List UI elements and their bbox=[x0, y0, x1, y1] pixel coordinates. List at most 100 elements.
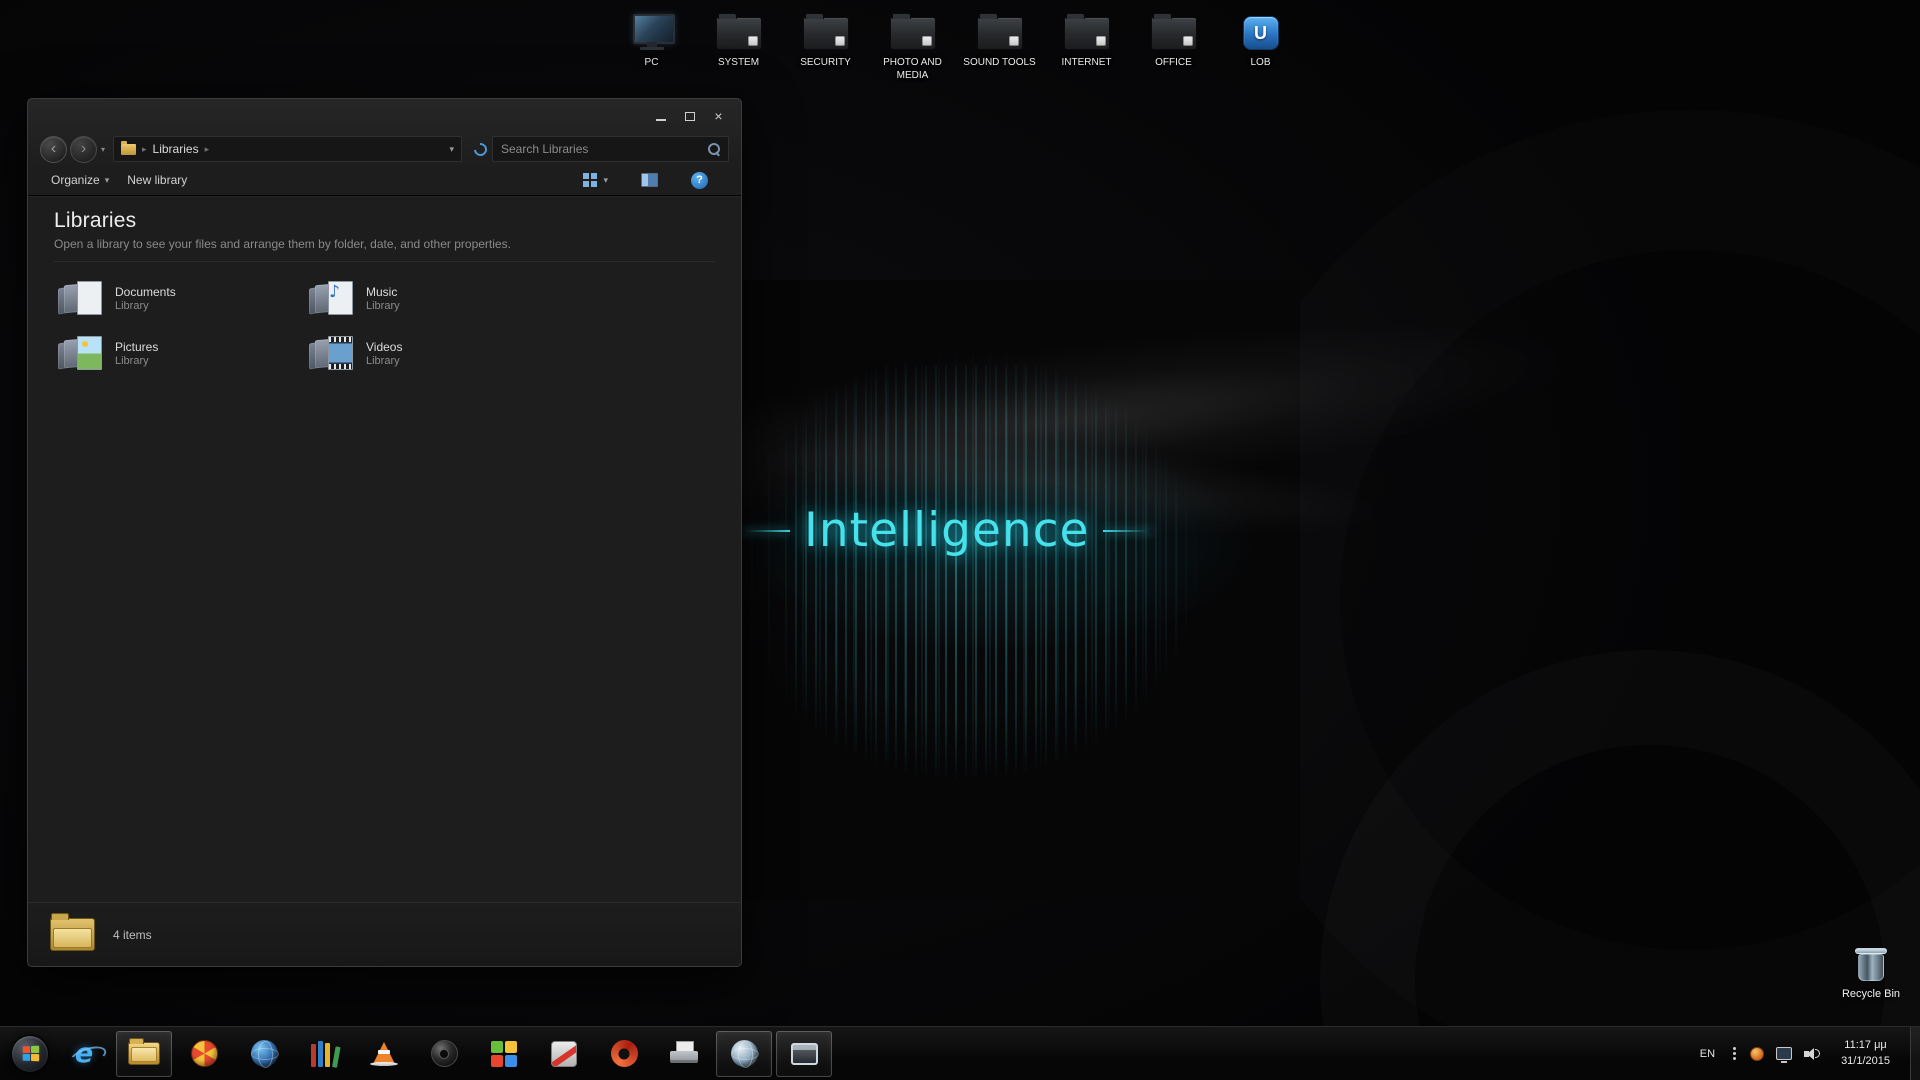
window-app-icon bbox=[791, 1043, 818, 1065]
library-kind: Library bbox=[366, 355, 402, 367]
taskbar-button-red-swirl-app[interactable] bbox=[596, 1031, 652, 1077]
organize-button[interactable]: Organize ▾ bbox=[42, 169, 118, 191]
desktop-icon-label: LOB bbox=[1250, 56, 1270, 69]
taskbar-button-vlc[interactable] bbox=[356, 1031, 412, 1077]
search-icon[interactable] bbox=[708, 143, 720, 155]
wallpaper-bars-fade bbox=[680, 280, 1300, 900]
library-kind: Library bbox=[115, 300, 176, 312]
close-button[interactable]: × bbox=[704, 106, 733, 126]
taskbar-button-game[interactable] bbox=[176, 1031, 232, 1077]
desktop-icon-internet[interactable]: INTERNET bbox=[1043, 8, 1130, 82]
preview-pane-icon bbox=[641, 173, 658, 187]
library-name: Music bbox=[366, 285, 400, 299]
taskbar-button-network-globe[interactable] bbox=[716, 1031, 772, 1077]
address-bar[interactable]: ▸ Libraries ▸ ▾ bbox=[113, 136, 462, 162]
taskbar-button-gray-app[interactable] bbox=[536, 1031, 592, 1077]
library-item-text: Videos Library bbox=[366, 340, 402, 367]
folder-content: Libraries Open a library to see your fil… bbox=[28, 196, 741, 376]
taskbar: e bbox=[0, 1026, 1920, 1080]
library-item-documents[interactable]: Documents Library bbox=[54, 275, 305, 321]
taskbar-button-browser-globe[interactable] bbox=[236, 1031, 292, 1077]
breadcrumb-arrow-icon[interactable]: ▸ bbox=[205, 144, 210, 155]
desktop-icon-security[interactable]: SECURITY bbox=[782, 8, 869, 82]
language-indicator[interactable]: EN bbox=[1696, 1044, 1719, 1064]
library-item-pictures[interactable]: Pictures Library bbox=[54, 330, 305, 376]
desktop-icon-label: PHOTO AND MEDIA bbox=[872, 56, 954, 82]
taskbar-button-file-explorer[interactable] bbox=[116, 1031, 172, 1077]
red-swirl-icon bbox=[611, 1040, 638, 1067]
desktop-icon-system[interactable]: SYSTEM bbox=[695, 8, 782, 82]
status-bar: 4 items bbox=[28, 902, 741, 966]
desktop-icon-lob[interactable]: U LOB bbox=[1217, 8, 1304, 82]
dark-folder-icon bbox=[716, 8, 762, 50]
explorer-window: × ‹ › ▾ ▸ Libraries ▸ ▾ Organize ▾ bbox=[27, 98, 742, 967]
minimize-button[interactable] bbox=[646, 106, 675, 126]
recent-pages-dropdown[interactable]: ▾ bbox=[101, 145, 105, 154]
tray-volume-icon[interactable] bbox=[1804, 1046, 1821, 1061]
recycle-bin[interactable]: Recycle Bin bbox=[1828, 946, 1914, 1000]
search-input[interactable] bbox=[501, 142, 702, 156]
library-name: Videos bbox=[366, 340, 402, 354]
wallpaper-line-right bbox=[1103, 530, 1153, 532]
wallpaper-title: Intelligence bbox=[804, 503, 1089, 558]
dark-folder-icon bbox=[803, 8, 849, 50]
maximize-button[interactable] bbox=[675, 106, 704, 126]
taskbar-button-printer[interactable] bbox=[656, 1031, 712, 1077]
tray-display-icon[interactable] bbox=[1776, 1047, 1792, 1060]
command-toolbar: Organize ▾ New library ▾ ? bbox=[28, 165, 741, 196]
toolbar-right-group: ▾ ? bbox=[574, 168, 717, 193]
dark-folder-icon bbox=[1064, 8, 1110, 50]
desktop-icon-photo-and-media[interactable]: PHOTO AND MEDIA bbox=[869, 8, 956, 82]
library-item-videos[interactable]: Videos Library bbox=[305, 330, 556, 376]
new-library-label: New library bbox=[127, 173, 187, 187]
close-icon: × bbox=[714, 108, 722, 124]
page-title: Libraries bbox=[54, 209, 741, 233]
show-desktop-button[interactable] bbox=[1910, 1027, 1920, 1080]
refresh-button[interactable] bbox=[468, 137, 492, 161]
help-button[interactable]: ? bbox=[682, 168, 717, 193]
breadcrumb-arrow-icon[interactable]: ▸ bbox=[142, 144, 147, 155]
refresh-icon bbox=[471, 140, 489, 158]
wallpaper-light-streak-2 bbox=[617, 391, 1523, 579]
clock[interactable]: 11:17 μμ 31/1/2015 bbox=[1833, 1038, 1898, 1069]
network-globe-icon bbox=[731, 1040, 758, 1067]
help-icon: ? bbox=[691, 172, 708, 189]
maximize-icon bbox=[685, 112, 695, 121]
desktop-icon-sound-tools[interactable]: SOUND TOOLS bbox=[956, 8, 1043, 82]
taskbar-button-window-app[interactable] bbox=[776, 1031, 832, 1077]
address-dropdown[interactable]: ▾ bbox=[449, 144, 454, 155]
taskbar-button-library-books[interactable] bbox=[296, 1031, 352, 1077]
change-view-button[interactable]: ▾ bbox=[574, 169, 617, 191]
desktop-icon-office[interactable]: OFFICE bbox=[1130, 8, 1217, 82]
hidden-icons-button[interactable] bbox=[1731, 1043, 1738, 1064]
wallpaper-swirl-ring-small bbox=[1320, 650, 1920, 1080]
title-bar[interactable]: × bbox=[28, 99, 741, 133]
music-library-icon: ♪ bbox=[309, 278, 355, 318]
library-item-text: Pictures Library bbox=[115, 340, 158, 367]
desktop-icons-row: PC SYSTEM SECURITY PHOTO AND MEDIA SOUND… bbox=[608, 8, 1304, 82]
tray-orange-app-icon[interactable] bbox=[1750, 1047, 1764, 1061]
breadcrumb-libraries[interactable]: Libraries bbox=[153, 142, 199, 156]
library-item-music[interactable]: ♪ Music Library bbox=[305, 275, 556, 321]
library-kind: Library bbox=[366, 300, 400, 312]
lob-app-icon: U bbox=[1243, 8, 1279, 50]
taskbar-button-dark-disc-app[interactable] bbox=[416, 1031, 472, 1077]
folder-icon bbox=[121, 144, 136, 155]
back-button[interactable]: ‹ bbox=[40, 136, 67, 163]
desktop: Intelligence PC SYSTEM SECURITY PHOTO AN… bbox=[0, 0, 1920, 1080]
taskbar-button-color-app[interactable] bbox=[476, 1031, 532, 1077]
desktop-icon-pc[interactable]: PC bbox=[608, 8, 695, 82]
recycle-bin-icon bbox=[1856, 946, 1886, 982]
library-grid: Documents Library ♪ Music Library bbox=[54, 275, 741, 376]
library-item-text: Documents Library bbox=[115, 285, 176, 312]
new-library-button[interactable]: New library bbox=[118, 169, 196, 191]
forward-button[interactable]: › bbox=[70, 136, 97, 163]
start-button[interactable] bbox=[6, 1030, 54, 1078]
search-box[interactable] bbox=[492, 136, 729, 162]
preview-pane-button[interactable] bbox=[632, 169, 667, 191]
page-description: Open a library to see your files and arr… bbox=[54, 237, 741, 251]
gray-app-icon bbox=[551, 1041, 577, 1067]
books-icon bbox=[311, 1040, 337, 1067]
clock-time: 11:17 μμ bbox=[1844, 1038, 1886, 1053]
taskbar-button-internet-explorer[interactable]: e bbox=[56, 1031, 112, 1077]
